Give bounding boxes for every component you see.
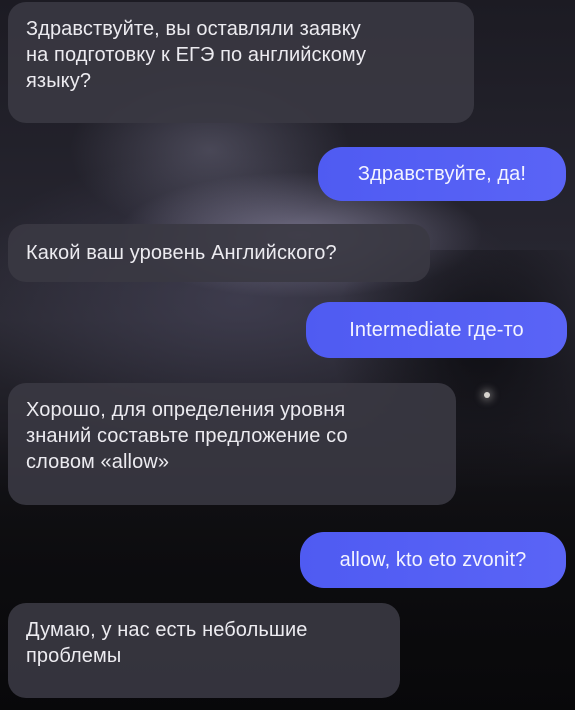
message-incoming[interactable]: Какой ваш уровень Английского? (8, 224, 430, 282)
message-text: allow, kto eto zvonit? (339, 549, 527, 571)
message-text: Здравствуйте, да! (357, 163, 527, 185)
wallpaper-street-light (484, 392, 490, 398)
message-incoming[interactable]: Здравствуйте, вы оставляли заявку на под… (8, 2, 474, 123)
message-outgoing[interactable]: Intermediate где-то (306, 302, 567, 358)
message-text: Какой ваш уровень Английского? (26, 242, 337, 264)
message-incoming[interactable]: Думаю, у нас есть небольшие проблемы (8, 603, 400, 698)
message-text: Хорошо, для определения уровня знаний со… (26, 399, 348, 473)
message-incoming[interactable]: Хорошо, для определения уровня знаний со… (8, 383, 456, 505)
message-text: Думаю, у нас есть небольшие проблемы (26, 619, 308, 667)
message-text: Здравствуйте, вы оставляли заявку на под… (26, 18, 367, 92)
message-outgoing[interactable]: Здравствуйте, да! (318, 147, 566, 201)
message-outgoing[interactable]: allow, kto eto zvonit? (300, 532, 566, 588)
message-text: Intermediate где-то (349, 319, 524, 341)
